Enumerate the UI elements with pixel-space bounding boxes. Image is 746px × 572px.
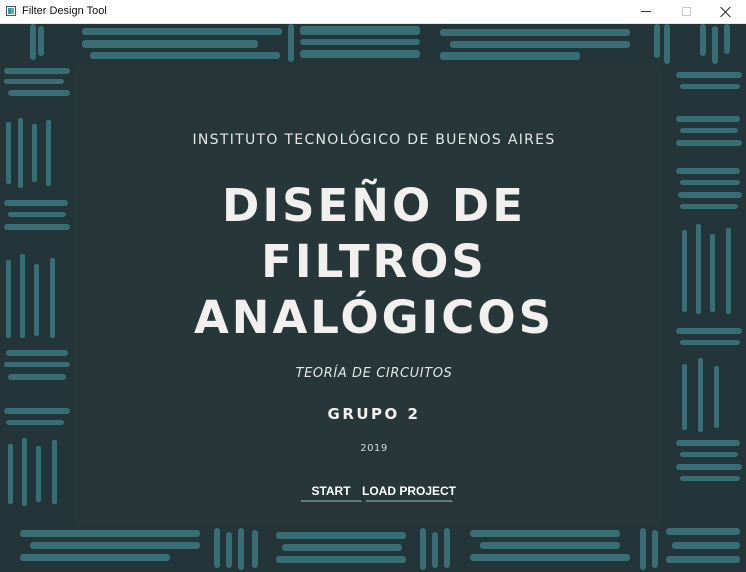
close-button[interactable] xyxy=(706,0,746,23)
load-project-button[interactable]: LOAD PROJECT xyxy=(362,481,456,502)
maximize-button[interactable] xyxy=(666,0,706,23)
year-label: 2019 xyxy=(360,443,388,454)
maximize-icon xyxy=(681,7,691,16)
minimize-button[interactable] xyxy=(626,0,666,23)
group-label: GRUPO 2 xyxy=(327,405,421,423)
minimize-icon xyxy=(641,11,651,12)
main-title: DISEÑO DE FILTROS ANALÓGICOS xyxy=(74,178,674,346)
app-icon xyxy=(6,6,16,16)
title-line-1: DISEÑO DE xyxy=(222,179,526,232)
title-line-3: ANALÓGICOS xyxy=(193,291,554,344)
start-button[interactable]: START xyxy=(301,481,362,502)
title-line-2: FILTROS xyxy=(261,235,487,288)
window-title-bar[interactable]: Filter Design Tool xyxy=(0,0,746,24)
window-title: Filter Design Tool xyxy=(22,5,107,17)
institute-name: INSTITUTO TECNOLÓGICO DE BUENOS AIRES xyxy=(192,132,556,148)
close-icon xyxy=(720,6,732,18)
subject-name: TEORÍA DE CIRCUITOS xyxy=(295,366,453,381)
